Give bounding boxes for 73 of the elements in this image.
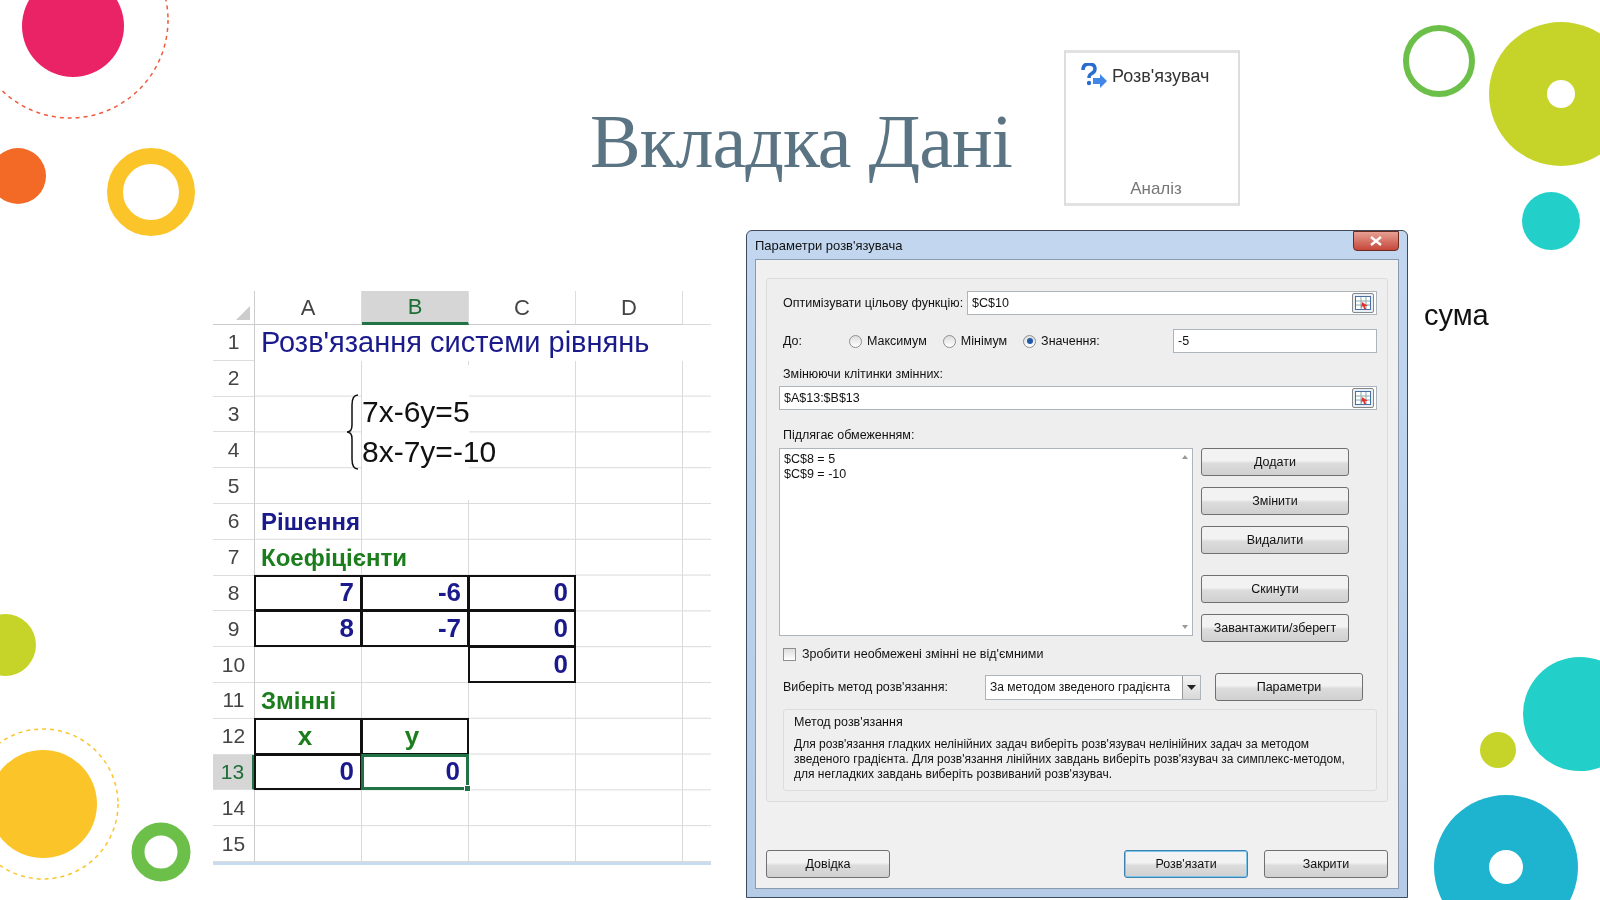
range-select-button[interactable]: [1352, 388, 1374, 408]
table-cell: 0: [468, 574, 576, 612]
side-note: сума: [1424, 299, 1489, 332]
field-value: $C$10: [972, 296, 1009, 310]
close-icon: [1370, 236, 1382, 246]
table-cell: y: [361, 717, 469, 755]
row-header[interactable]: 11: [213, 682, 255, 719]
row-header[interactable]: 1: [213, 325, 255, 361]
field-label: Підлягає обмеженням:: [783, 428, 916, 442]
dialog-button[interactable]: Додати: [1201, 448, 1349, 476]
radio-option[interactable]: Максимум: [849, 334, 927, 348]
cell-label: Рішення: [260, 507, 362, 536]
radio-option[interactable]: Значення:: [1023, 334, 1100, 348]
window-title: Параметри розв'язувача: [755, 237, 903, 253]
table-cell: -7: [361, 610, 469, 648]
list-item[interactable]: $C$9 = -10: [784, 467, 1172, 482]
field-value: $A$13:$B$13: [784, 391, 860, 405]
table-cell: 8: [254, 610, 362, 648]
field-label: Оптимізувати цільову функцію:: [783, 296, 964, 310]
table-cell: 7: [254, 574, 362, 612]
input-field[interactable]: -5: [1173, 329, 1377, 353]
dialog-button[interactable]: Довідка: [766, 850, 890, 878]
row-header[interactable]: 3: [213, 396, 255, 433]
checkbox-label[interactable]: Зробити необмежені змінні не від'ємними: [802, 647, 1044, 661]
info-title: Метод розв'язання: [794, 715, 904, 729]
input-field[interactable]: $A$13:$B$13: [779, 386, 1377, 410]
table-cell: -6: [361, 574, 469, 612]
field-value: -5: [1178, 334, 1190, 348]
table-cell: 0: [468, 610, 576, 648]
list-item[interactable]: $C$8 = 5: [784, 452, 1172, 467]
question-arrow-icon: [1080, 63, 1108, 89]
field-label: До:: [783, 334, 804, 348]
dialog-button[interactable]: Розв'язати: [1124, 850, 1248, 878]
dialog-button[interactable]: Змінити: [1201, 487, 1349, 515]
row-header[interactable]: 7: [213, 539, 255, 576]
field-label: Змінюючи клітинки змінних:: [783, 367, 945, 381]
brace-icon: [346, 393, 360, 472]
input-field[interactable]: $C$10: [967, 291, 1377, 315]
table-cell: x: [254, 717, 362, 755]
ribbon-command[interactable]: Розв'язувач: [1080, 63, 1232, 89]
scrollbar-drawing[interactable]: [1180, 453, 1190, 631]
cell-label: Коефіцієнти: [260, 543, 408, 572]
sheet-title: Розв'язання системи рівнянь: [255, 325, 711, 361]
checkbox[interactable]: [783, 647, 796, 661]
row-header[interactable]: 13: [213, 754, 255, 791]
row-header[interactable]: 4: [213, 432, 255, 469]
cell-label: Змінні: [260, 686, 338, 715]
row-header[interactable]: 15: [213, 826, 255, 862]
radio-option[interactable]: Мінімум: [942, 334, 1008, 348]
table-cell: 0: [468, 646, 576, 683]
row-header[interactable]: 6: [213, 504, 255, 540]
group-label: Аналіз: [1130, 179, 1182, 199]
equation: 8x-7y=-10: [362, 435, 497, 470]
row-header[interactable]: 5: [213, 468, 255, 504]
range-select-button[interactable]: [1352, 293, 1374, 313]
dialog-button[interactable]: Видалити: [1201, 526, 1349, 554]
info-text: Для розв'язання гладких нелінійних задач виберіть розв'язувач нелінійних задач за методом зведеного градієнта. Для розв'язання лінійних завдань виберіть розв'язувач за симплекс-методом, для негладких завдань виберіть розвиваний розв'язувач.: [794, 737, 1346, 782]
dialog-button[interactable]: Параметри: [1215, 673, 1363, 701]
row-header[interactable]: 10: [213, 647, 255, 683]
dialog-button[interactable]: Завантажити/зберегт: [1201, 614, 1349, 642]
row-header[interactable]: 14: [213, 790, 255, 827]
dialog-button[interactable]: Скинути: [1201, 575, 1349, 603]
equation: 7x-6y=5: [362, 395, 471, 430]
row-header[interactable]: 2: [213, 360, 255, 397]
slide-title: Вкладка Дані: [590, 98, 1012, 185]
selected-cell[interactable]: 0: [361, 753, 469, 791]
dialog-button[interactable]: Закрити: [1264, 850, 1388, 878]
field-label: Виберіть метод розв'язання:: [783, 680, 949, 694]
table-cell[interactable]: 0: [254, 753, 362, 791]
caret-icon: [1187, 684, 1196, 690]
method-dropdown[interactable]: За методом зведеного градієнта: [985, 674, 1201, 700]
column-header[interactable]: B: [362, 291, 469, 325]
close-button[interactable]: [1353, 231, 1399, 251]
